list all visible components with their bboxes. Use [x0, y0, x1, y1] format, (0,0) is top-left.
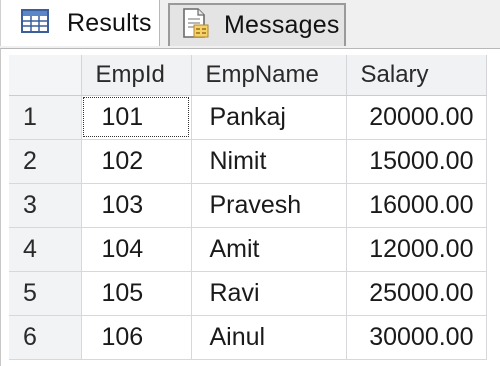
cell-empid[interactable]: 105: [81, 271, 192, 316]
row-header[interactable]: 6: [9, 315, 82, 360]
result-tabs: Results Messages: [0, 0, 500, 48]
cell-empname[interactable]: Pravesh: [191, 183, 347, 228]
cell-salary[interactable]: 15000.00: [346, 139, 487, 184]
cell-empname[interactable]: Ainul: [191, 315, 347, 360]
cell-salary[interactable]: 25000.00: [346, 271, 487, 316]
table-row: 4 104 Amit 12000.00: [9, 227, 487, 272]
tab-results[interactable]: Results: [0, 0, 160, 46]
header-row: EmpId EmpName Salary: [9, 55, 487, 96]
row-header[interactable]: 3: [9, 183, 82, 228]
row-header-corner[interactable]: [9, 55, 82, 96]
table-row: 2 102 Nimit 15000.00: [9, 139, 487, 184]
table-row: 6 106 Ainul 30000.00: [9, 315, 487, 360]
cell-empname[interactable]: Amit: [191, 227, 347, 272]
tab-results-label: Results: [67, 8, 152, 37]
row-header[interactable]: 5: [9, 271, 82, 316]
cell-empname[interactable]: Ravi: [191, 271, 347, 316]
cell-empid[interactable]: 101: [81, 95, 192, 140]
table-row: 3 103 Pravesh 16000.00: [9, 183, 487, 228]
cell-empid[interactable]: 103: [81, 183, 192, 228]
messages-document-icon: [180, 7, 210, 44]
cell-empname[interactable]: Pankaj: [191, 95, 347, 140]
cell-salary[interactable]: 30000.00: [346, 315, 487, 360]
cell-empid[interactable]: 104: [81, 227, 192, 272]
row-header[interactable]: 4: [9, 227, 82, 272]
cell-salary[interactable]: 16000.00: [346, 183, 487, 228]
table-row: 1 101 Pankaj 20000.00: [9, 95, 487, 140]
results-table: EmpId EmpName Salary 1 101 Pankaj 20000.…: [9, 55, 487, 360]
cell-salary[interactable]: 12000.00: [346, 227, 487, 272]
cell-empname[interactable]: Nimit: [191, 139, 347, 184]
row-header[interactable]: 2: [9, 139, 82, 184]
table-row: 5 105 Ravi 25000.00: [9, 271, 487, 316]
cell-empid[interactable]: 102: [81, 139, 192, 184]
tab-messages[interactable]: Messages: [168, 3, 346, 46]
results-grid[interactable]: EmpId EmpName Salary 1 101 Pankaj 20000.…: [0, 48, 500, 366]
column-header-salary[interactable]: Salary: [346, 55, 487, 96]
column-header-empname[interactable]: EmpName: [191, 55, 347, 96]
grid-icon: [21, 8, 49, 38]
row-header[interactable]: 1: [9, 95, 82, 140]
cell-empid[interactable]: 106: [81, 315, 192, 360]
column-header-empid[interactable]: EmpId: [81, 55, 192, 96]
tab-messages-label: Messages: [224, 11, 340, 39]
cell-salary[interactable]: 20000.00: [346, 95, 487, 140]
